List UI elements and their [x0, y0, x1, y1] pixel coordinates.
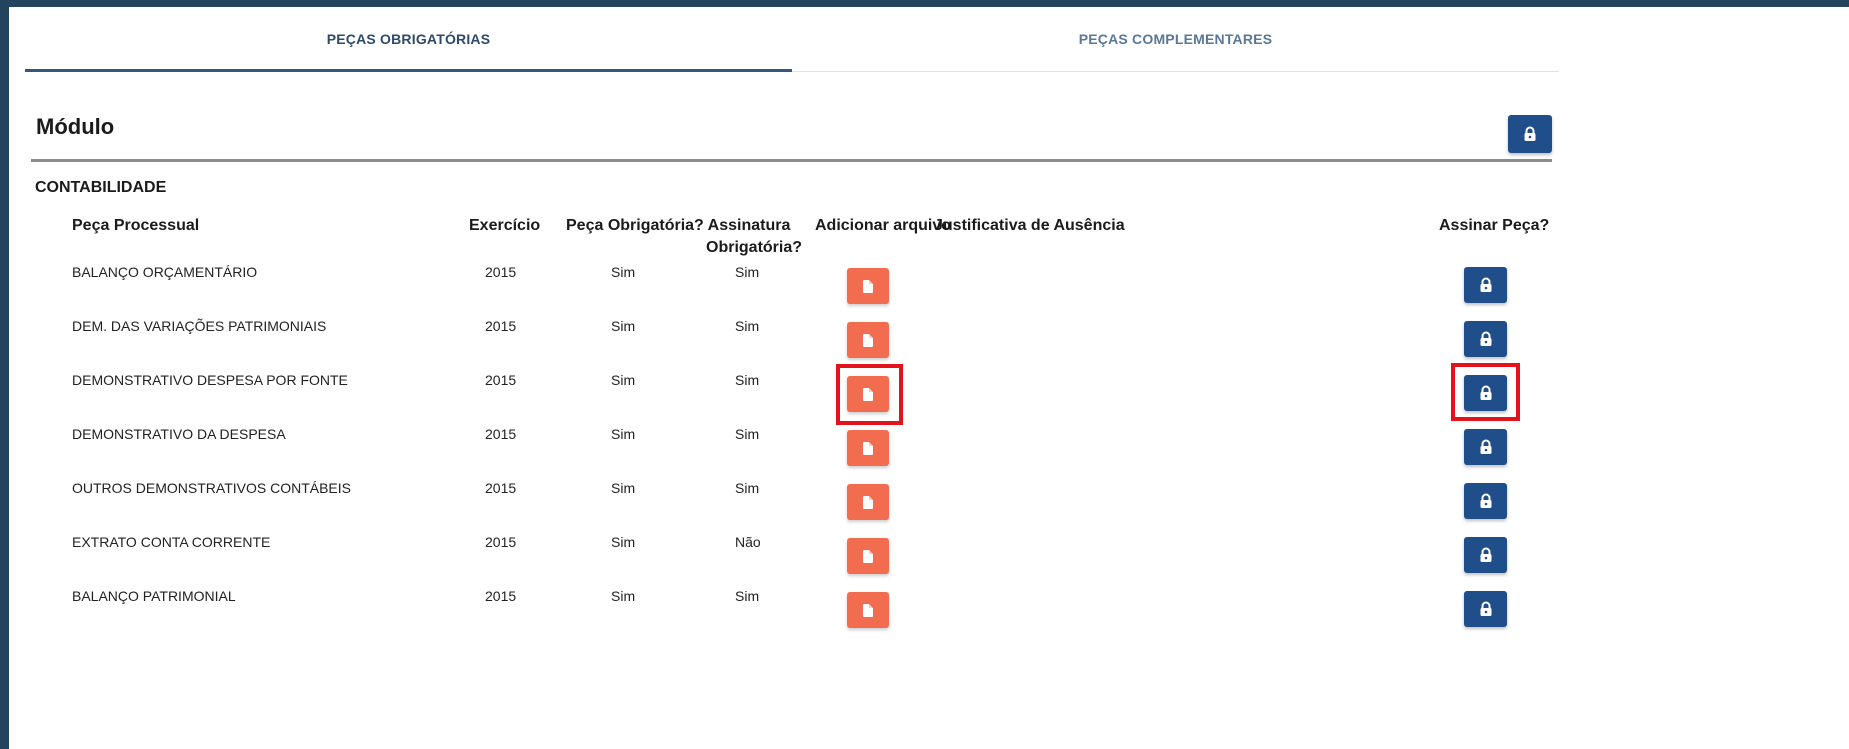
file-icon [863, 333, 873, 347]
file-icon [863, 603, 873, 617]
cell-assinatura: Não [735, 534, 761, 550]
cell-exercicio: 2015 [485, 534, 517, 550]
cell-assinatura: Sim [735, 264, 760, 280]
add-file-button[interactable] [847, 322, 889, 358]
cell-obrigatoria: Sim [611, 318, 636, 334]
cell-peca: OUTROS DEMONSTRATIVOS CONTÁBEIS [72, 480, 351, 496]
col-header-adicionar: Adicionar arquivo [815, 217, 952, 234]
cell-assinatura: Sim [735, 426, 760, 442]
col-header-justificativa: Justificativa de Ausência [934, 217, 1125, 234]
tab-pecas-complementares[interactable]: PEÇAS COMPLEMENTARES [792, 7, 1559, 71]
sign-piece-button[interactable] [1464, 537, 1507, 573]
module-divider [31, 159, 1552, 162]
cell-obrigatoria: Sim [611, 426, 636, 442]
cell-assinatura: Sim [735, 588, 760, 604]
cell-peca: BALANÇO PATRIMONIAL [72, 588, 236, 604]
col-header-exercicio: Exercício [469, 217, 541, 234]
cell-exercicio: 2015 [485, 480, 517, 496]
file-icon [863, 441, 873, 455]
panel: PEÇAS OBRIGATÓRIAS PEÇAS COMPLEMENTARES … [9, 7, 1849, 749]
lock-icon [1479, 277, 1493, 293]
cell-exercicio: 2015 [485, 264, 517, 280]
col-header-assinatura-line1: Assinatura [707, 217, 791, 234]
file-icon [863, 279, 873, 293]
sign-piece-button[interactable] [1464, 267, 1507, 303]
add-file-button[interactable] [847, 430, 889, 466]
lock-icon [1479, 439, 1493, 455]
highlight-box-add-file [836, 364, 903, 425]
sign-piece-button[interactable] [1464, 591, 1507, 627]
cell-assinatura: Sim [735, 372, 760, 388]
cell-obrigatoria: Sim [611, 372, 636, 388]
lock-icon [1479, 547, 1493, 563]
tab-pecas-obrigatorias[interactable]: PEÇAS OBRIGATÓRIAS [25, 7, 792, 71]
sign-piece-button[interactable] [1464, 483, 1507, 519]
module-title: Módulo [36, 114, 115, 139]
cell-peca: DEMONSTRATIVO DESPESA POR FONTE [72, 372, 348, 388]
cell-peca: BALANÇO ORÇAMENTÁRIO [72, 264, 258, 280]
add-file-button[interactable] [847, 268, 889, 304]
tab-bar: PEÇAS OBRIGATÓRIAS PEÇAS COMPLEMENTARES [25, 7, 1559, 72]
lock-icon [1479, 601, 1493, 617]
col-header-peca: Peça Processual [72, 217, 200, 234]
col-header-assinar: Assinar Peça? [1439, 217, 1550, 234]
cell-exercicio: 2015 [485, 318, 517, 334]
cell-obrigatoria: Sim [611, 480, 636, 496]
cell-exercicio: 2015 [485, 588, 517, 604]
cell-obrigatoria: Sim [611, 588, 636, 604]
cell-assinatura: Sim [735, 318, 760, 334]
lock-icon [1479, 493, 1493, 509]
cell-peca: DEM. DAS VARIAÇÕES PATRIMONIAIS [72, 318, 327, 334]
cell-exercicio: 2015 [485, 426, 517, 442]
sign-piece-button[interactable] [1464, 321, 1507, 357]
add-file-button[interactable] [847, 484, 889, 520]
col-header-obrigatoria: Peça Obrigatória? [566, 217, 704, 234]
highlight-box-sign [1451, 363, 1520, 421]
cell-peca: DEMONSTRATIVO DA DESPESA [72, 426, 286, 442]
active-tab-indicator [25, 69, 792, 72]
add-file-button[interactable] [847, 592, 889, 628]
add-file-button[interactable] [847, 538, 889, 574]
lock-icon [1479, 331, 1493, 347]
section-title: CONTABILIDADE [35, 179, 167, 196]
cell-assinatura: Sim [735, 480, 760, 496]
file-icon [863, 495, 873, 509]
col-header-assinatura-line2: Obrigatória? [706, 239, 803, 256]
sign-all-button[interactable] [1508, 115, 1552, 153]
col-header-assinatura: Assinatura Obrigatória? [706, 215, 803, 259]
lock-icon [1523, 126, 1537, 142]
sign-piece-button[interactable] [1464, 429, 1507, 465]
cell-peca: EXTRATO CONTA CORRENTE [72, 534, 271, 550]
cell-obrigatoria: Sim [611, 264, 636, 280]
cell-exercicio: 2015 [485, 372, 517, 388]
file-icon [863, 549, 873, 563]
cell-obrigatoria: Sim [611, 534, 636, 550]
